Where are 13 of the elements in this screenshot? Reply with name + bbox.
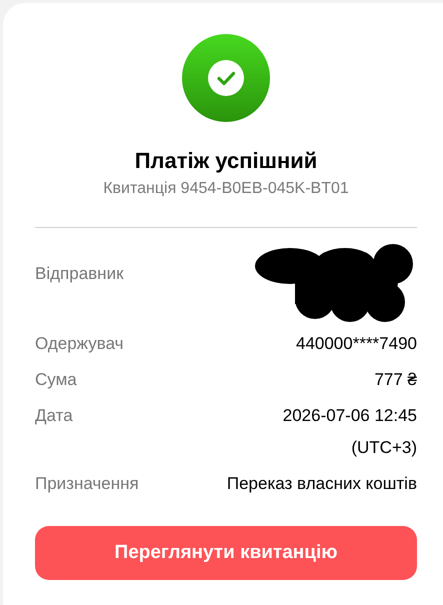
detail-label: Призначення: [35, 473, 139, 495]
view-receipt-button[interactable]: Переглянути квитанцію: [35, 526, 417, 580]
receipt-number: Квитанція 9454-B0EB-045K-BT01: [103, 180, 349, 198]
detail-label: Сума: [35, 369, 78, 391]
detail-label: Дата: [35, 405, 74, 427]
detail-value: 2026-07-06 12:45 (UTC+3): [282, 405, 417, 459]
detail-label: Відправник: [35, 263, 125, 285]
status-title: Платіж успішний: [134, 148, 318, 174]
detail-label: Одержувач: [35, 333, 125, 355]
detail-value: Переказ власних коштів: [226, 473, 417, 495]
success-check-icon: [182, 34, 270, 122]
detail-value: 440000****7490: [296, 333, 417, 355]
detail-value: 777 ₴: [374, 369, 417, 391]
